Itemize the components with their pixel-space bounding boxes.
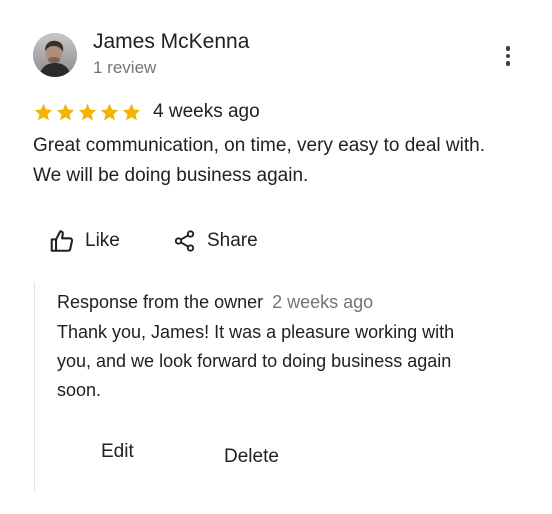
like-button[interactable]: Like bbox=[49, 226, 120, 256]
edit-button[interactable]: Edit bbox=[101, 441, 134, 463]
star-icon bbox=[78, 103, 97, 120]
response-text-line: Thank you, James! It was a pleasure work… bbox=[57, 322, 455, 342]
review-text: Great communication, on time, very easy … bbox=[33, 131, 533, 191]
response-text-line: you, and we look forward to doing busine… bbox=[57, 351, 452, 371]
star-rating bbox=[33, 102, 142, 123]
like-label: Like bbox=[85, 230, 120, 251]
share-icon bbox=[174, 230, 195, 252]
rating-row: 4 weeks ago bbox=[33, 99, 260, 125]
review-text-line: We will be doing business again. bbox=[33, 165, 309, 186]
response-header: Response from the owner 2 weeks ago bbox=[57, 292, 373, 313]
thumb-up-icon bbox=[50, 230, 74, 252]
star-icon bbox=[34, 103, 53, 120]
response-title: Response from the owner bbox=[57, 292, 264, 312]
review-time: 4 weeks ago bbox=[153, 101, 260, 122]
delete-button[interactable]: Delete bbox=[224, 446, 279, 468]
reviewer-review-count: 1 review bbox=[93, 58, 157, 77]
review-text-line: Great communication, on time, very easy … bbox=[33, 135, 485, 156]
star-icon bbox=[100, 103, 119, 120]
review-card: James McKenna 1 review 4 weeks ago Great… bbox=[0, 0, 552, 514]
share-label: Share bbox=[207, 230, 258, 251]
more-options-button[interactable] bbox=[496, 42, 520, 70]
more-vert-icon bbox=[505, 46, 511, 51]
response-text-line: soon. bbox=[57, 380, 102, 400]
star-icon bbox=[56, 103, 75, 120]
owner-response: Response from the owner 2 weeks ago Thank… bbox=[34, 282, 505, 492]
reviewer-name[interactable]: James McKenna bbox=[93, 30, 249, 54]
avatar[interactable] bbox=[33, 33, 77, 77]
star-icon bbox=[122, 103, 141, 120]
share-button[interactable]: Share bbox=[173, 226, 258, 256]
response-text: Thank you, James! It was a pleasure work… bbox=[57, 318, 502, 405]
response-time: 2 weeks ago bbox=[272, 292, 374, 312]
more-vert-icon-dot bbox=[505, 61, 511, 66]
more-vert-icon-dot bbox=[505, 53, 511, 59]
